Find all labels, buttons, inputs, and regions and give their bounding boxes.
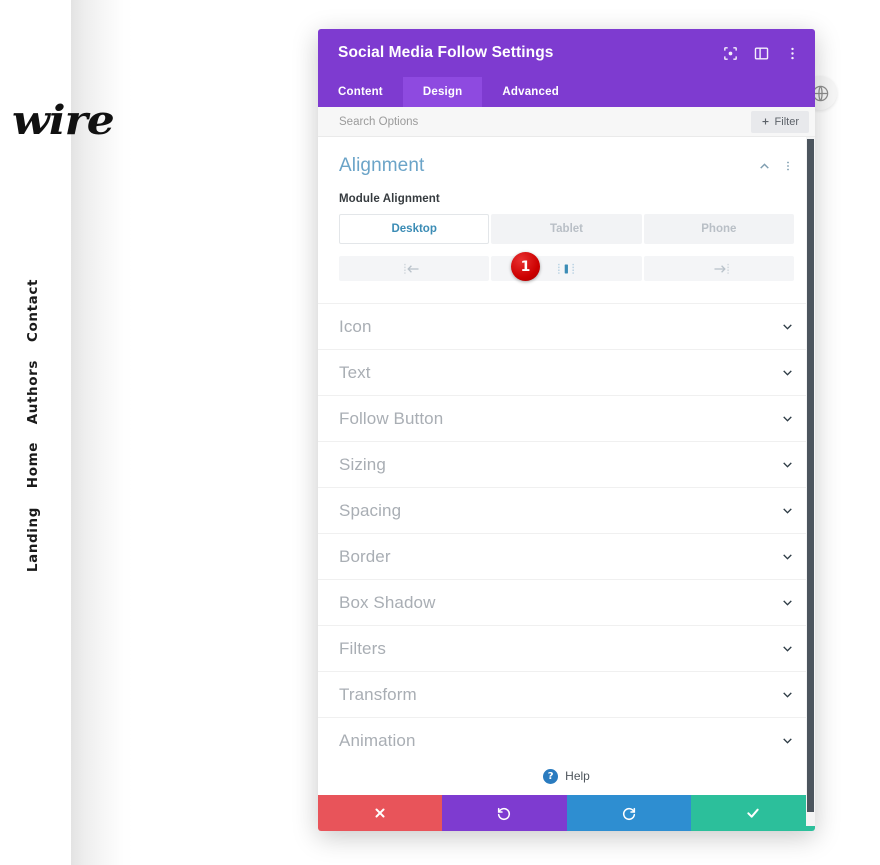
section-follow-button[interactable]: Follow Button	[318, 396, 815, 442]
help-label: Help	[565, 769, 590, 783]
align-center-icon	[558, 263, 575, 274]
nav-item-home[interactable]: Home	[25, 433, 41, 497]
vertical-nav: Contact Authors Home Landing	[25, 270, 41, 581]
module-alignment-label: Module Alignment	[339, 193, 440, 205]
alignment-header-actions	[758, 160, 794, 173]
nav-item-contact[interactable]: Contact	[25, 270, 41, 351]
chevron-down-icon	[783, 370, 792, 376]
section-icon[interactable]: Icon	[318, 304, 815, 350]
modal-body: Alignment Module Alignment Desktop Table…	[318, 137, 815, 757]
modal-header-actions	[722, 45, 801, 62]
chevron-down-icon	[783, 462, 792, 468]
alignment-title: Alignment	[339, 155, 425, 176]
chevron-down-icon	[783, 416, 792, 422]
nav-item-landing[interactable]: Landing	[25, 498, 41, 581]
section-label: Text	[339, 362, 371, 382]
undo-icon	[498, 807, 511, 821]
align-left-button[interactable]	[339, 256, 490, 281]
chevron-down-icon	[783, 324, 792, 330]
redo-button[interactable]	[566, 795, 691, 831]
section-label: Transform	[339, 684, 417, 704]
tab-advanced[interactable]: Advanced	[482, 77, 579, 107]
site-logo[interactable]: wire	[12, 97, 115, 144]
section-box-shadow[interactable]: Box Shadow	[318, 580, 815, 626]
search-bar: Filter	[318, 107, 815, 137]
alignment-option-group: 1	[339, 252, 794, 281]
section-filters[interactable]: Filters	[318, 626, 815, 672]
section-border[interactable]: Border	[318, 534, 815, 580]
close-x-icon	[375, 808, 385, 818]
modal-header: Social Media Follow Settings	[318, 29, 815, 77]
align-right-button[interactable]	[643, 256, 794, 281]
chevron-down-icon	[783, 646, 792, 652]
align-left-icon	[404, 263, 419, 274]
alignment-section: Alignment Module Alignment Desktop Table…	[318, 137, 815, 304]
section-label: Border	[339, 546, 391, 566]
question-mark-icon: ?	[543, 768, 559, 784]
section-label: Animation	[339, 730, 416, 750]
filter-button[interactable]: Filter	[750, 110, 809, 133]
section-label: Filters	[339, 638, 386, 658]
layout-panel-icon[interactable]	[753, 45, 770, 62]
search-input[interactable]	[339, 115, 751, 128]
redo-icon	[622, 807, 635, 821]
step-badge: 1	[511, 252, 540, 281]
chevron-down-icon	[783, 738, 792, 744]
chevron-down-icon	[783, 692, 792, 698]
section-label: Sizing	[339, 454, 386, 474]
filter-button-label: Filter	[774, 115, 799, 128]
align-right-icon	[714, 263, 729, 274]
plus-icon	[762, 118, 769, 125]
section-transform[interactable]: Transform	[318, 672, 815, 718]
device-tab-tablet[interactable]: Tablet	[491, 214, 642, 244]
check-icon	[747, 808, 759, 818]
nav-item-authors[interactable]: Authors	[25, 351, 41, 433]
screenshot-root: wire Contact Authors Home Landing Social…	[0, 0, 880, 865]
cancel-button[interactable]	[318, 795, 443, 831]
chevron-down-icon	[783, 600, 792, 606]
settings-modal: Social Media Follow Settings Content Des…	[318, 29, 815, 831]
section-animation[interactable]: Animation	[318, 718, 815, 757]
section-label: Follow Button	[339, 408, 444, 428]
modal-footer	[318, 795, 815, 831]
modal-scrollbar-thumb[interactable]	[807, 139, 814, 812]
modal-tabs: Content Design Advanced	[318, 77, 815, 107]
help-bar[interactable]: ? Help	[318, 757, 815, 795]
section-text[interactable]: Text	[318, 350, 815, 396]
kebab-menu-icon[interactable]	[784, 45, 801, 62]
undo-button[interactable]	[442, 795, 567, 831]
section-sizing[interactable]: Sizing	[318, 442, 815, 488]
modal-title: Social Media Follow Settings	[338, 44, 554, 61]
section-spacing[interactable]: Spacing	[318, 488, 815, 534]
chevron-up-icon[interactable]	[758, 160, 771, 173]
section-label: Spacing	[339, 500, 402, 520]
section-label: Icon	[339, 316, 372, 336]
kebab-menu-icon[interactable]	[782, 160, 794, 172]
save-button[interactable]	[690, 795, 815, 831]
device-toggle-group: Desktop Tablet Phone	[339, 214, 794, 244]
device-tab-phone[interactable]: Phone	[643, 214, 794, 244]
tab-content[interactable]: Content	[318, 77, 403, 107]
device-tab-desktop[interactable]: Desktop	[339, 214, 490, 244]
section-label: Box Shadow	[339, 592, 436, 612]
chevron-down-icon	[783, 508, 792, 514]
tab-design[interactable]: Design	[402, 77, 483, 107]
alignment-header: Alignment	[339, 155, 794, 177]
chevron-down-icon	[783, 554, 792, 560]
focus-target-icon[interactable]	[722, 45, 739, 62]
